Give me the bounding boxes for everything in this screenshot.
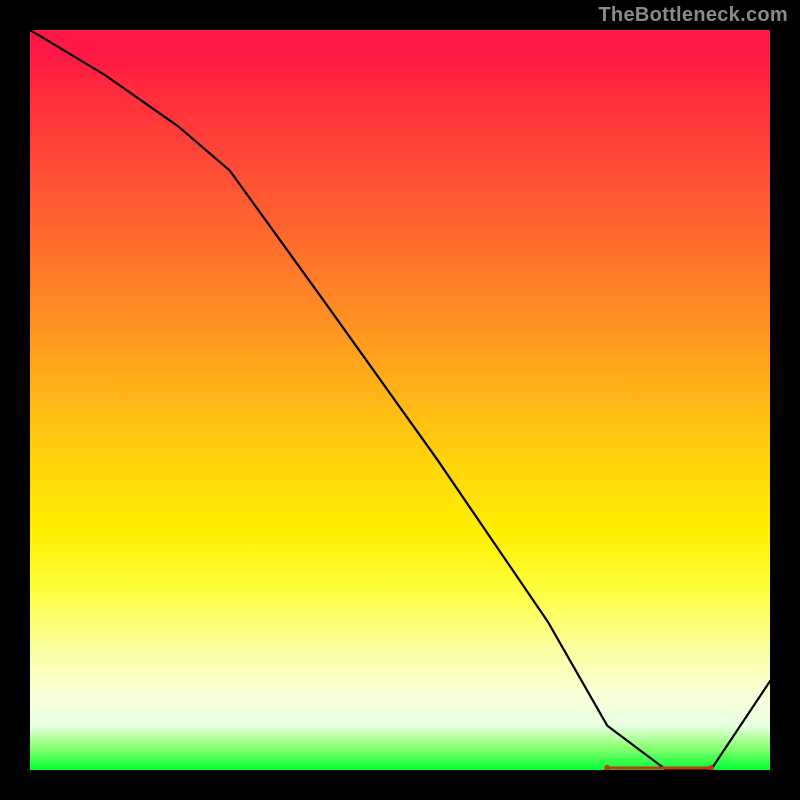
optimal-flat-region-start-dot (604, 765, 610, 770)
chart-svg (30, 30, 770, 770)
watermark-text: TheBottleneck.com (598, 4, 788, 27)
chart-stage: TheBottleneck.com (0, 0, 800, 800)
bottleneck-curve-line (30, 30, 770, 770)
chart-plot-area (30, 30, 770, 770)
